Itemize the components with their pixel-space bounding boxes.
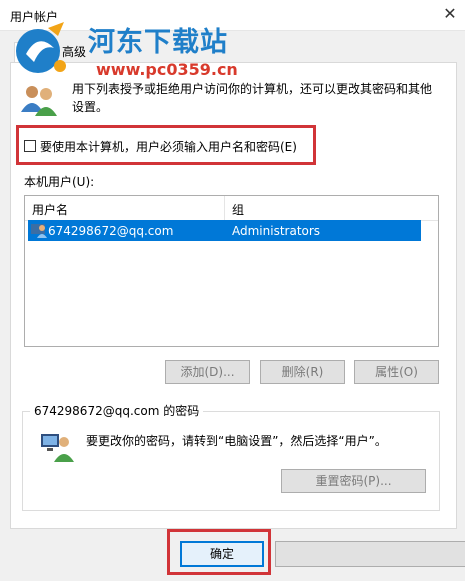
- computer-user-icon: [41, 434, 74, 462]
- users-icon: [21, 86, 57, 116]
- users-list-label: 本机用户(U):: [24, 175, 95, 189]
- watermark-logo-icon: [16, 22, 66, 73]
- watermark-url: www.pc0359.cn: [96, 60, 238, 79]
- close-icon[interactable]: ✕: [440, 4, 460, 24]
- user-group-cell[interactable]: Administrators: [232, 224, 320, 238]
- require-login-label[interactable]: 要使用本计算机，用户必须输入用户名和密码(E): [40, 138, 297, 155]
- column-divider[interactable]: [224, 196, 225, 220]
- password-groupbox: [22, 411, 440, 511]
- require-login-checkbox[interactable]: [24, 140, 36, 152]
- watermark-brand: 河东下载站: [88, 27, 228, 58]
- user-name-cell[interactable]: 674298672@qq.com: [48, 224, 173, 238]
- cancel-button[interactable]: [275, 541, 465, 567]
- password-group-title: 674298672@qq.com 的密码: [30, 402, 204, 419]
- column-header-username[interactable]: 用户名: [32, 201, 68, 218]
- user-icon: [31, 224, 47, 238]
- properties-button[interactable]: 属性(O): [354, 360, 439, 384]
- add-user-button[interactable]: 添加(D)...: [165, 360, 250, 384]
- description-text: 用下列表授予或拒绝用户访问你的计算机，还可以更改其密码和其他设置。: [72, 82, 433, 114]
- reset-password-button[interactable]: 重置密码(P)...: [281, 469, 426, 493]
- column-header-group[interactable]: 组: [232, 201, 244, 218]
- password-instructions: 要更改你的密码，请转到“电脑设置”，然后选择“用户”。: [86, 434, 387, 448]
- remove-user-button[interactable]: 删除(R): [260, 360, 345, 384]
- ok-button[interactable]: 确定: [180, 541, 264, 567]
